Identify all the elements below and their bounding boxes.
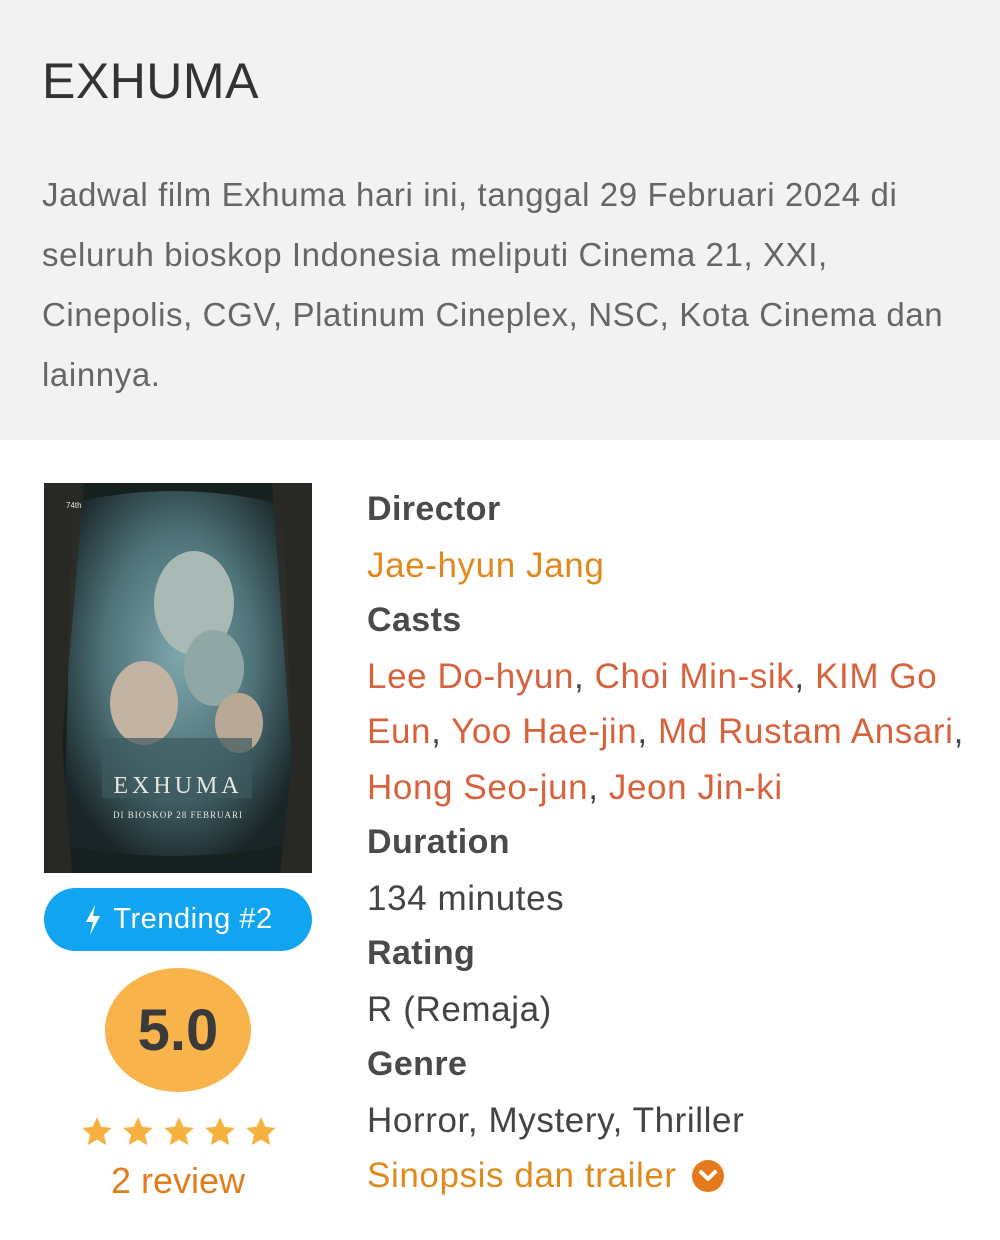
intro-text: Jadwal film Exhuma hari ini, tanggal 29 … (42, 176, 944, 393)
star-icon (246, 1117, 276, 1146)
cast-link[interactable]: Lee Do-hyun (367, 657, 574, 696)
synopsis-label: Sinopsis dan trailer (367, 1156, 677, 1195)
cast-link[interactable]: Hong Seo-jun (367, 768, 588, 807)
score-circle: 5.0 (105, 968, 251, 1092)
duration-label: Duration (367, 823, 510, 861)
duration-value: 134 minutes (367, 878, 565, 918)
casts-label: Casts (367, 601, 462, 639)
star-icon (164, 1117, 194, 1146)
genre-label: Genre (367, 1045, 468, 1083)
review-count-link[interactable]: 2 review (44, 1160, 312, 1202)
star-icon (205, 1117, 235, 1146)
page-title: EXHUMA (42, 53, 259, 109)
movie-details: Director Jae-hyun Jang Casts Lee Do-hyun… (367, 482, 967, 1204)
chevron-down-icon (691, 1159, 724, 1192)
cast-link[interactable]: Choi Min-sik (595, 657, 795, 696)
director-link[interactable]: Jae-hyun Jang (367, 538, 967, 594)
star-rating (80, 1115, 280, 1149)
page-header: EXHUMA Jadwal film Exhuma hari ini, tang… (0, 0, 1000, 440)
trending-badge[interactable]: Trending #2 (44, 888, 312, 951)
movie-poster[interactable]: EXHUMA DI BIOSKOP 28 FEBRUARI 74th (44, 483, 312, 873)
cast-link[interactable]: Md Rustam Ansari (658, 712, 954, 751)
rating-value: R (Remaja) (367, 989, 552, 1029)
synopsis-trailer-link[interactable]: Sinopsis dan trailer (367, 1148, 725, 1204)
trending-label: Trending #2 (113, 903, 273, 935)
poster-tagline: DI BIOSKOP 28 FEBRUARI (113, 810, 243, 820)
director-label: Director (367, 490, 501, 528)
movie-card: EXHUMA DI BIOSKOP 28 FEBRUARI 74th Trend… (0, 440, 1000, 1240)
cast-link[interactable]: Yoo Hae-jin (451, 712, 637, 751)
bolt-icon (86, 904, 101, 935)
poster-title: EXHUMA (113, 773, 243, 799)
genre-value: Horror, Mystery, Thriller (367, 1100, 745, 1140)
poster-festival-badge: 74th (66, 501, 82, 510)
star-icon (123, 1117, 153, 1146)
cast-link[interactable]: Jeon Jin-ki (609, 768, 783, 807)
casts-list: Lee Do-hyun, Choi Min-sik, KIM Go Eun, Y… (367, 656, 964, 807)
rating-label: Rating (367, 934, 476, 972)
score-value: 5.0 (137, 997, 219, 1063)
star-icon (82, 1117, 112, 1146)
